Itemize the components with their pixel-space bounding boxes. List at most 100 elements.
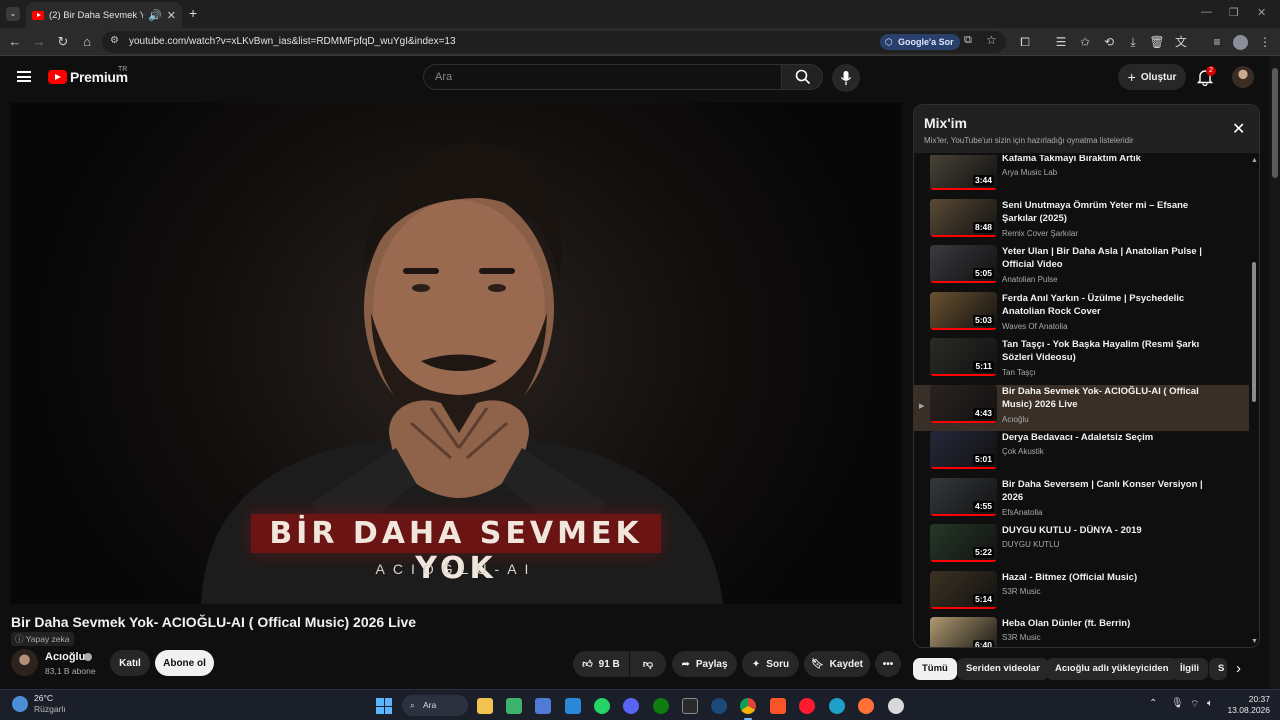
playlist-item[interactable]: ▶ 4:43 Bir Daha Sevmek Yok- ACIOĞLU-AI ( O… (914, 384, 1249, 431)
search-input[interactable]: Ara (423, 64, 782, 90)
ask-button[interactable]: ✦ Soru (742, 651, 799, 677)
store-icon[interactable] (535, 698, 551, 714)
search-button[interactable] (781, 64, 823, 90)
video-player[interactable]: BİR DAHA SEVMEK YOK ACIOĞLU-AI (11, 103, 902, 604)
channel-name[interactable]: Acıoğlu (45, 651, 85, 663)
browser-tab-active[interactable]: (2) Bir Daha Sevmek Yok- A 🔊 ✕ (26, 2, 182, 28)
playlist-thumbnail[interactable]: 6:40 (930, 617, 997, 647)
tray-chevron-icon[interactable]: ⌃ (1149, 698, 1157, 709)
firefox-icon[interactable] (858, 698, 874, 714)
chatgpt-icon[interactable] (888, 698, 904, 714)
playlist-item[interactable]: 5:22 DUYGU KUTLU - DÜNYA - 2019 DUYGU KUTL… (914, 524, 1249, 570)
playlist-thumbnail[interactable]: 5:11 (930, 338, 997, 376)
address-bar[interactable]: ⚙ youtube.com/watch?v=xLKvBwn_ias&list=R… (102, 31, 1006, 53)
save-button[interactable]: 🔖︎ Kaydet (804, 651, 870, 677)
restore-icon[interactable]: ❐ (1229, 6, 1239, 19)
playlist-scroll-thumb[interactable] (1252, 262, 1256, 402)
youtube-logo[interactable]: Premium (48, 69, 128, 85)
playlist-thumbnail[interactable]: 3:44 (930, 155, 997, 190)
reload-icon[interactable]: ↻ (54, 33, 72, 51)
playlist-item[interactable]: 5:14 Hazal - Bitmez (Official Music) S3R M… (914, 570, 1249, 617)
playlist-item[interactable]: 6:40 Heba Olan Dünler (ft. Berrin) S3R Mus… (914, 617, 1249, 647)
playlist-thumbnail[interactable]: 5:01 (930, 431, 997, 469)
extensions-icon[interactable]: ⧠ (1017, 34, 1033, 50)
playlist-item[interactable]: 5:01 Derya Bedavacı - Adaletsiz Seçim Çok … (914, 431, 1249, 477)
ask-google-button[interactable]: Google'a Sor (880, 34, 960, 50)
xbox-icon[interactable] (653, 698, 669, 714)
brave-icon[interactable] (770, 698, 786, 714)
playlist-thumbnail[interactable]: 5:05 (930, 245, 997, 283)
subscribe-button[interactable]: Abone ol (155, 650, 214, 676)
taskbar-search[interactable]: ⌕ Ara (402, 695, 468, 716)
join-button[interactable]: Katıl (110, 650, 150, 676)
chips-next-icon[interactable]: › (1236, 660, 1241, 677)
translate-icon[interactable]: 文 (1173, 34, 1189, 50)
downloads-icon[interactable]: ⤓ (1125, 34, 1141, 50)
wifi-icon[interactable]: ⌔ (1190, 698, 1199, 711)
tab-close-icon[interactable]: ✕ (167, 9, 176, 22)
playlist-thumbnail[interactable]: 8:48 (930, 198, 997, 237)
filter-chip[interactable]: Seriden videolar (957, 658, 1049, 680)
page-scrollbar[interactable] (1270, 56, 1280, 689)
playlist-thumbnail[interactable]: 5:14 (930, 570, 997, 609)
widgets-app-icon[interactable] (506, 698, 522, 714)
scroll-down-arrow-icon[interactable]: ▼ (1251, 638, 1258, 645)
window-close-icon[interactable]: ✕ (1257, 6, 1266, 19)
more-actions-button[interactable]: ••• (875, 651, 901, 677)
account-avatar[interactable] (1232, 66, 1254, 88)
reading-mode-icon[interactable]: ☰ (1053, 34, 1069, 50)
create-button[interactable]: + Oluştur (1118, 64, 1186, 90)
channel-avatar[interactable] (11, 649, 38, 676)
filter-chip[interactable]: İlgili (1171, 658, 1208, 680)
system-clock[interactable]: 20:37 13.08.2026 (1226, 694, 1270, 716)
playlist-close-icon[interactable]: ✕ (1232, 119, 1245, 139)
new-tab-button[interactable]: + (189, 5, 197, 21)
whatsapp-icon[interactable] (594, 698, 610, 714)
filter-chip[interactable]: Acıoğlu adlı yükleyiciden (1046, 658, 1178, 680)
page-scroll-thumb[interactable] (1272, 68, 1278, 178)
steam-icon[interactable] (711, 698, 727, 714)
playlist-thumbnail[interactable]: 5:22 (930, 524, 997, 562)
profile-avatar[interactable] (1233, 35, 1248, 50)
epic-games-icon[interactable] (682, 698, 698, 714)
filter-chip[interactable]: Tümü (913, 658, 957, 680)
install-app-icon[interactable]: ⧉ (964, 34, 972, 47)
voice-search-button[interactable] (832, 64, 860, 92)
mail-icon[interactable] (565, 698, 581, 714)
playlist-thumbnail[interactable]: 4:55 (930, 477, 997, 516)
tab-list-chevron-icon[interactable]: ⌄ (6, 7, 20, 21)
history-icon[interactable]: ⟲ (1101, 34, 1117, 50)
playlist-item[interactable]: 5:05 Yeter Ulan | Bir Daha Asla | Anatoli… (914, 245, 1249, 291)
minimize-icon[interactable]: — (1201, 6, 1212, 18)
scroll-up-arrow-icon[interactable]: ▲ (1251, 157, 1258, 164)
weather-widget[interactable]: 26°C Rüzgarlı (34, 693, 66, 715)
forward-icon[interactable]: → (30, 33, 48, 51)
trash-icon[interactable]: 🗑 (1149, 34, 1165, 50)
home-icon[interactable]: ⌂ (78, 33, 96, 51)
volume-icon[interactable]: 🔈︎ (1207, 698, 1213, 709)
playlist-thumbnail[interactable]: 5:03 (930, 291, 997, 330)
edge-icon[interactable] (829, 698, 845, 714)
playlist-item[interactable]: 5:11 Tan Taşçı - Yok Başka Hayalim (Resmi… (914, 338, 1249, 384)
menu-icon[interactable] (17, 71, 31, 82)
tab-search-icon[interactable]: ≡ (1209, 34, 1225, 50)
start-windows-icon[interactable] (376, 698, 392, 714)
playlist-item[interactable]: 5:03 Ferda Anıl Yarkın - Üzülme | Psyched… (914, 291, 1249, 338)
playlist-scrollbar[interactable]: ▲ ▼ (1251, 157, 1258, 645)
weather-icon[interactable] (12, 696, 28, 712)
filter-chip[interactable]: S (1209, 658, 1227, 680)
dislike-button[interactable]: 👎︎ (630, 651, 666, 677)
discord-icon[interactable] (623, 698, 639, 714)
playlist-item[interactable]: 8:48 Seni Unutmaya Ömrüm Yeter mi – Efsan… (914, 198, 1249, 245)
chrome-icon[interactable] (740, 698, 756, 714)
back-icon[interactable]: ← (6, 33, 24, 51)
browser-menu-icon[interactable]: ⋮ (1257, 34, 1273, 50)
playlist-item[interactable]: 4:55 Bir Daha Seversem | Canlı Konser Ver… (914, 477, 1249, 524)
playlist-thumbnail[interactable]: 4:43 (930, 384, 997, 423)
microphone-tray-icon[interactable]: 🎙︎ (1171, 698, 1184, 709)
like-button[interactable]: 👍︎ 91 B (573, 651, 629, 677)
opera-icon[interactable] (799, 698, 815, 714)
playlist-item[interactable]: 3:44 Kafama Takmayı Bıraktım Artık Arya Mu… (914, 155, 1249, 198)
audio-icon[interactable]: 🔊 (148, 9, 162, 22)
favorites-icon[interactable]: ✩ (1077, 34, 1093, 50)
